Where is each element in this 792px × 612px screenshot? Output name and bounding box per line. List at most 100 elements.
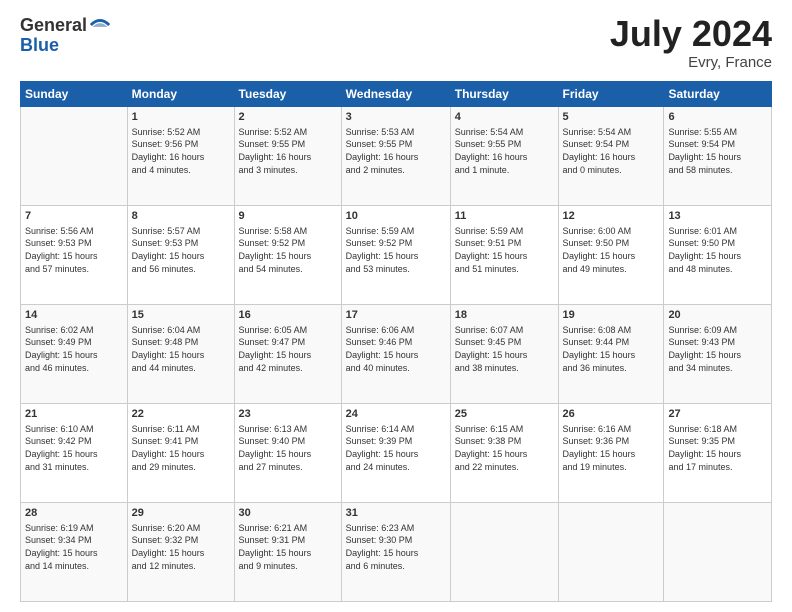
day-number: 31 [346,506,446,521]
table-row: 22Sunrise: 6:11 AM Sunset: 9:41 PM Dayli… [127,404,234,503]
cell-content: Sunrise: 5:59 AM Sunset: 9:52 PM Dayligh… [346,225,446,275]
table-row: 27Sunrise: 6:18 AM Sunset: 9:35 PM Dayli… [664,404,772,503]
table-row: 10Sunrise: 5:59 AM Sunset: 9:52 PM Dayli… [341,206,450,305]
header-wednesday: Wednesday [341,82,450,107]
calendar-week-row: 14Sunrise: 6:02 AM Sunset: 9:49 PM Dayli… [21,305,772,404]
page: General Blue July 2024 Evry, France Sund… [0,0,792,612]
table-row: 25Sunrise: 6:15 AM Sunset: 9:38 PM Dayli… [450,404,558,503]
table-row: 9Sunrise: 5:58 AM Sunset: 9:52 PM Daylig… [234,206,341,305]
day-number: 13 [668,209,767,224]
cell-content: Sunrise: 6:13 AM Sunset: 9:40 PM Dayligh… [239,423,337,473]
day-number: 20 [668,308,767,323]
table-row: 29Sunrise: 6:20 AM Sunset: 9:32 PM Dayli… [127,503,234,602]
day-number: 23 [239,407,337,422]
day-number: 4 [455,110,554,125]
table-row: 7Sunrise: 5:56 AM Sunset: 9:53 PM Daylig… [21,206,128,305]
table-row: 1Sunrise: 5:52 AM Sunset: 9:56 PM Daylig… [127,107,234,206]
cell-content: Sunrise: 5:56 AM Sunset: 9:53 PM Dayligh… [25,225,123,275]
calendar-week-row: 7Sunrise: 5:56 AM Sunset: 9:53 PM Daylig… [21,206,772,305]
day-number: 25 [455,407,554,422]
day-number: 16 [239,308,337,323]
table-row: 6Sunrise: 5:55 AM Sunset: 9:54 PM Daylig… [664,107,772,206]
table-row: 31Sunrise: 6:23 AM Sunset: 9:30 PM Dayli… [341,503,450,602]
table-row: 16Sunrise: 6:05 AM Sunset: 9:47 PM Dayli… [234,305,341,404]
cell-content: Sunrise: 6:20 AM Sunset: 9:32 PM Dayligh… [132,522,230,572]
day-number: 11 [455,209,554,224]
logo-general: General [20,16,87,36]
day-number: 5 [563,110,660,125]
table-row: 19Sunrise: 6:08 AM Sunset: 9:44 PM Dayli… [558,305,664,404]
calendar-week-row: 1Sunrise: 5:52 AM Sunset: 9:56 PM Daylig… [21,107,772,206]
cell-content: Sunrise: 5:54 AM Sunset: 9:54 PM Dayligh… [563,126,660,176]
table-row: 26Sunrise: 6:16 AM Sunset: 9:36 PM Dayli… [558,404,664,503]
table-row [450,503,558,602]
day-number: 15 [132,308,230,323]
cell-content: Sunrise: 5:52 AM Sunset: 9:56 PM Dayligh… [132,126,230,176]
table-row: 21Sunrise: 6:10 AM Sunset: 9:42 PM Dayli… [21,404,128,503]
day-number: 27 [668,407,767,422]
cell-content: Sunrise: 6:08 AM Sunset: 9:44 PM Dayligh… [563,324,660,374]
title-section: July 2024 Evry, France [610,16,772,71]
cell-content: Sunrise: 5:58 AM Sunset: 9:52 PM Dayligh… [239,225,337,275]
cell-content: Sunrise: 6:18 AM Sunset: 9:35 PM Dayligh… [668,423,767,473]
day-number: 17 [346,308,446,323]
table-row: 17Sunrise: 6:06 AM Sunset: 9:46 PM Dayli… [341,305,450,404]
table-row: 3Sunrise: 5:53 AM Sunset: 9:55 PM Daylig… [341,107,450,206]
table-row: 18Sunrise: 6:07 AM Sunset: 9:45 PM Dayli… [450,305,558,404]
cell-content: Sunrise: 6:04 AM Sunset: 9:48 PM Dayligh… [132,324,230,374]
cell-content: Sunrise: 6:16 AM Sunset: 9:36 PM Dayligh… [563,423,660,473]
table-row: 28Sunrise: 6:19 AM Sunset: 9:34 PM Dayli… [21,503,128,602]
table-row: 12Sunrise: 6:00 AM Sunset: 9:50 PM Dayli… [558,206,664,305]
table-row [21,107,128,206]
cell-content: Sunrise: 6:19 AM Sunset: 9:34 PM Dayligh… [25,522,123,572]
logo-icon [89,14,111,36]
header-sunday: Sunday [21,82,128,107]
day-number: 21 [25,407,123,422]
logo-blue: Blue [20,36,111,56]
header-tuesday: Tuesday [234,82,341,107]
header-saturday: Saturday [664,82,772,107]
day-number: 12 [563,209,660,224]
logo: General Blue [20,16,111,56]
cell-content: Sunrise: 6:10 AM Sunset: 9:42 PM Dayligh… [25,423,123,473]
table-row: 4Sunrise: 5:54 AM Sunset: 9:55 PM Daylig… [450,107,558,206]
table-row: 14Sunrise: 6:02 AM Sunset: 9:49 PM Dayli… [21,305,128,404]
day-number: 7 [25,209,123,224]
table-row [558,503,664,602]
day-number: 26 [563,407,660,422]
day-number: 6 [668,110,767,125]
table-row: 8Sunrise: 5:57 AM Sunset: 9:53 PM Daylig… [127,206,234,305]
cell-content: Sunrise: 6:05 AM Sunset: 9:47 PM Dayligh… [239,324,337,374]
day-number: 8 [132,209,230,224]
table-row: 24Sunrise: 6:14 AM Sunset: 9:39 PM Dayli… [341,404,450,503]
table-row: 13Sunrise: 6:01 AM Sunset: 9:50 PM Dayli… [664,206,772,305]
day-number: 9 [239,209,337,224]
table-row [664,503,772,602]
calendar-header-row: Sunday Monday Tuesday Wednesday Thursday… [21,82,772,107]
cell-content: Sunrise: 6:23 AM Sunset: 9:30 PM Dayligh… [346,522,446,572]
cell-content: Sunrise: 5:52 AM Sunset: 9:55 PM Dayligh… [239,126,337,176]
calendar-week-row: 21Sunrise: 6:10 AM Sunset: 9:42 PM Dayli… [21,404,772,503]
cell-content: Sunrise: 5:59 AM Sunset: 9:51 PM Dayligh… [455,225,554,275]
calendar-table: Sunday Monday Tuesday Wednesday Thursday… [20,81,772,602]
cell-content: Sunrise: 6:02 AM Sunset: 9:49 PM Dayligh… [25,324,123,374]
logo-text: General Blue [20,16,111,56]
day-number: 30 [239,506,337,521]
table-row: 2Sunrise: 5:52 AM Sunset: 9:55 PM Daylig… [234,107,341,206]
cell-content: Sunrise: 6:14 AM Sunset: 9:39 PM Dayligh… [346,423,446,473]
cell-content: Sunrise: 6:15 AM Sunset: 9:38 PM Dayligh… [455,423,554,473]
day-number: 18 [455,308,554,323]
day-number: 24 [346,407,446,422]
table-row: 23Sunrise: 6:13 AM Sunset: 9:40 PM Dayli… [234,404,341,503]
calendar-week-row: 28Sunrise: 6:19 AM Sunset: 9:34 PM Dayli… [21,503,772,602]
table-row: 5Sunrise: 5:54 AM Sunset: 9:54 PM Daylig… [558,107,664,206]
cell-content: Sunrise: 6:11 AM Sunset: 9:41 PM Dayligh… [132,423,230,473]
month-year-title: July 2024 [610,16,772,52]
day-number: 14 [25,308,123,323]
cell-content: Sunrise: 6:01 AM Sunset: 9:50 PM Dayligh… [668,225,767,275]
cell-content: Sunrise: 5:55 AM Sunset: 9:54 PM Dayligh… [668,126,767,176]
day-number: 10 [346,209,446,224]
cell-content: Sunrise: 5:53 AM Sunset: 9:55 PM Dayligh… [346,126,446,176]
location-subtitle: Evry, France [610,54,772,71]
day-number: 22 [132,407,230,422]
